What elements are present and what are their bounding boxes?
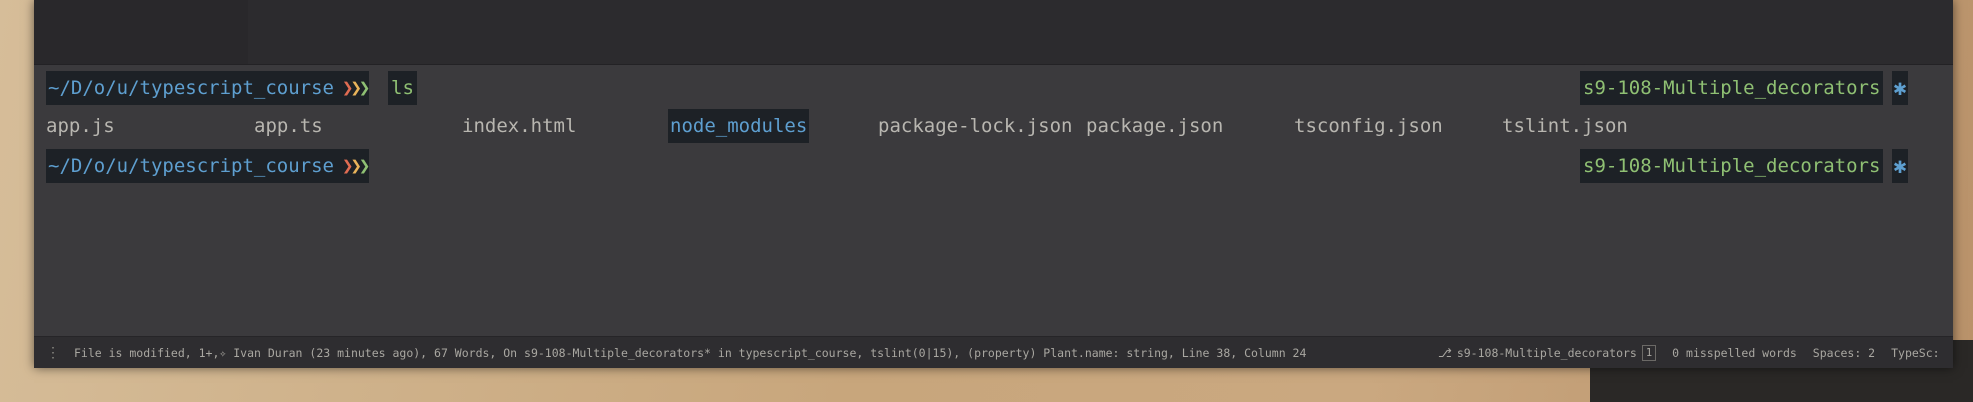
prompt-arrow-green: ❯ [358, 77, 371, 99]
status-misspelled[interactable]: 0 misspelled words [1672, 346, 1797, 360]
status-right: ⎇ s9-108-Multiple_decorators 1 0 misspel… [1438, 337, 1940, 368]
terminal-line-prompt: ~/D/o/u/typescript_course ❯❯❯ s9-108-Mul… [46, 149, 1926, 183]
git-branch: s9-108-Multiple_decorators [1580, 71, 1884, 105]
status-language[interactable]: TypeSc: [1891, 346, 1939, 360]
list-item: tslint.json [1502, 115, 1628, 137]
prompt-arrow-green: ❯ [358, 155, 371, 177]
editor-gutter [34, 0, 248, 64]
list-item: app.js [46, 115, 115, 137]
list-item: package-lock.json [878, 115, 1073, 137]
list-item: package.json [1086, 115, 1224, 137]
list-item-directory: node_modules [668, 109, 810, 143]
prompt-arrow-yellow: ❯ [350, 77, 362, 99]
status-branch[interactable]: s9-108-Multiple_decorators [1457, 346, 1637, 360]
git-branch: s9-108-Multiple_decorators [1580, 149, 1884, 183]
list-item: tsconfig.json [1294, 115, 1443, 137]
prompt-path: ~/D/o/u/typescript_course [48, 77, 334, 99]
git-branch-icon: ⎇ [1438, 346, 1452, 360]
prompt-arrow-yellow: ❯ [350, 155, 362, 177]
status-bar: ⋮ File is modified, 1+,✧ Ivan Duran (23 … [34, 336, 1953, 368]
list-item: app.ts [254, 115, 323, 137]
prompt-arrows: ❯❯❯ [342, 77, 371, 99]
prompt: ~/D/o/u/typescript_course ❯❯❯ [46, 149, 371, 183]
git-dirty-icon: ✱ [1892, 71, 1908, 105]
terminal-panel[interactable]: ~/D/o/u/typescript_course ❯❯❯ ls s9-108-… [34, 65, 1953, 336]
ls-output: app.js app.ts index.html node_modules pa… [46, 109, 1926, 143]
status-info-text: File is modified, 1+,✧ Ivan Duran (23 mi… [74, 346, 1307, 360]
command-text: ls [388, 71, 417, 105]
drag-handle-icon[interactable]: ⋮ [46, 344, 60, 362]
terminal-line-command: ~/D/o/u/typescript_course ❯❯❯ ls s9-108-… [46, 71, 1926, 105]
status-info[interactable]: File is modified, 1+,✧ Ivan Duran (23 mi… [74, 337, 1306, 368]
status-branch-badge[interactable]: 1 [1641, 345, 1657, 361]
prompt: ~/D/o/u/typescript_course ❯❯❯ [46, 71, 371, 105]
git-dirty-icon: ✱ [1892, 149, 1908, 183]
status-spaces[interactable]: Spaces: 2 [1813, 346, 1875, 360]
prompt-arrows: ❯❯❯ [342, 155, 371, 177]
list-item: index.html [462, 115, 577, 137]
editor-area[interactable] [34, 0, 1953, 65]
prompt-path: ~/D/o/u/typescript_course [48, 155, 334, 177]
editor-window: ~/D/o/u/typescript_course ❯❯❯ ls s9-108-… [34, 0, 1953, 368]
